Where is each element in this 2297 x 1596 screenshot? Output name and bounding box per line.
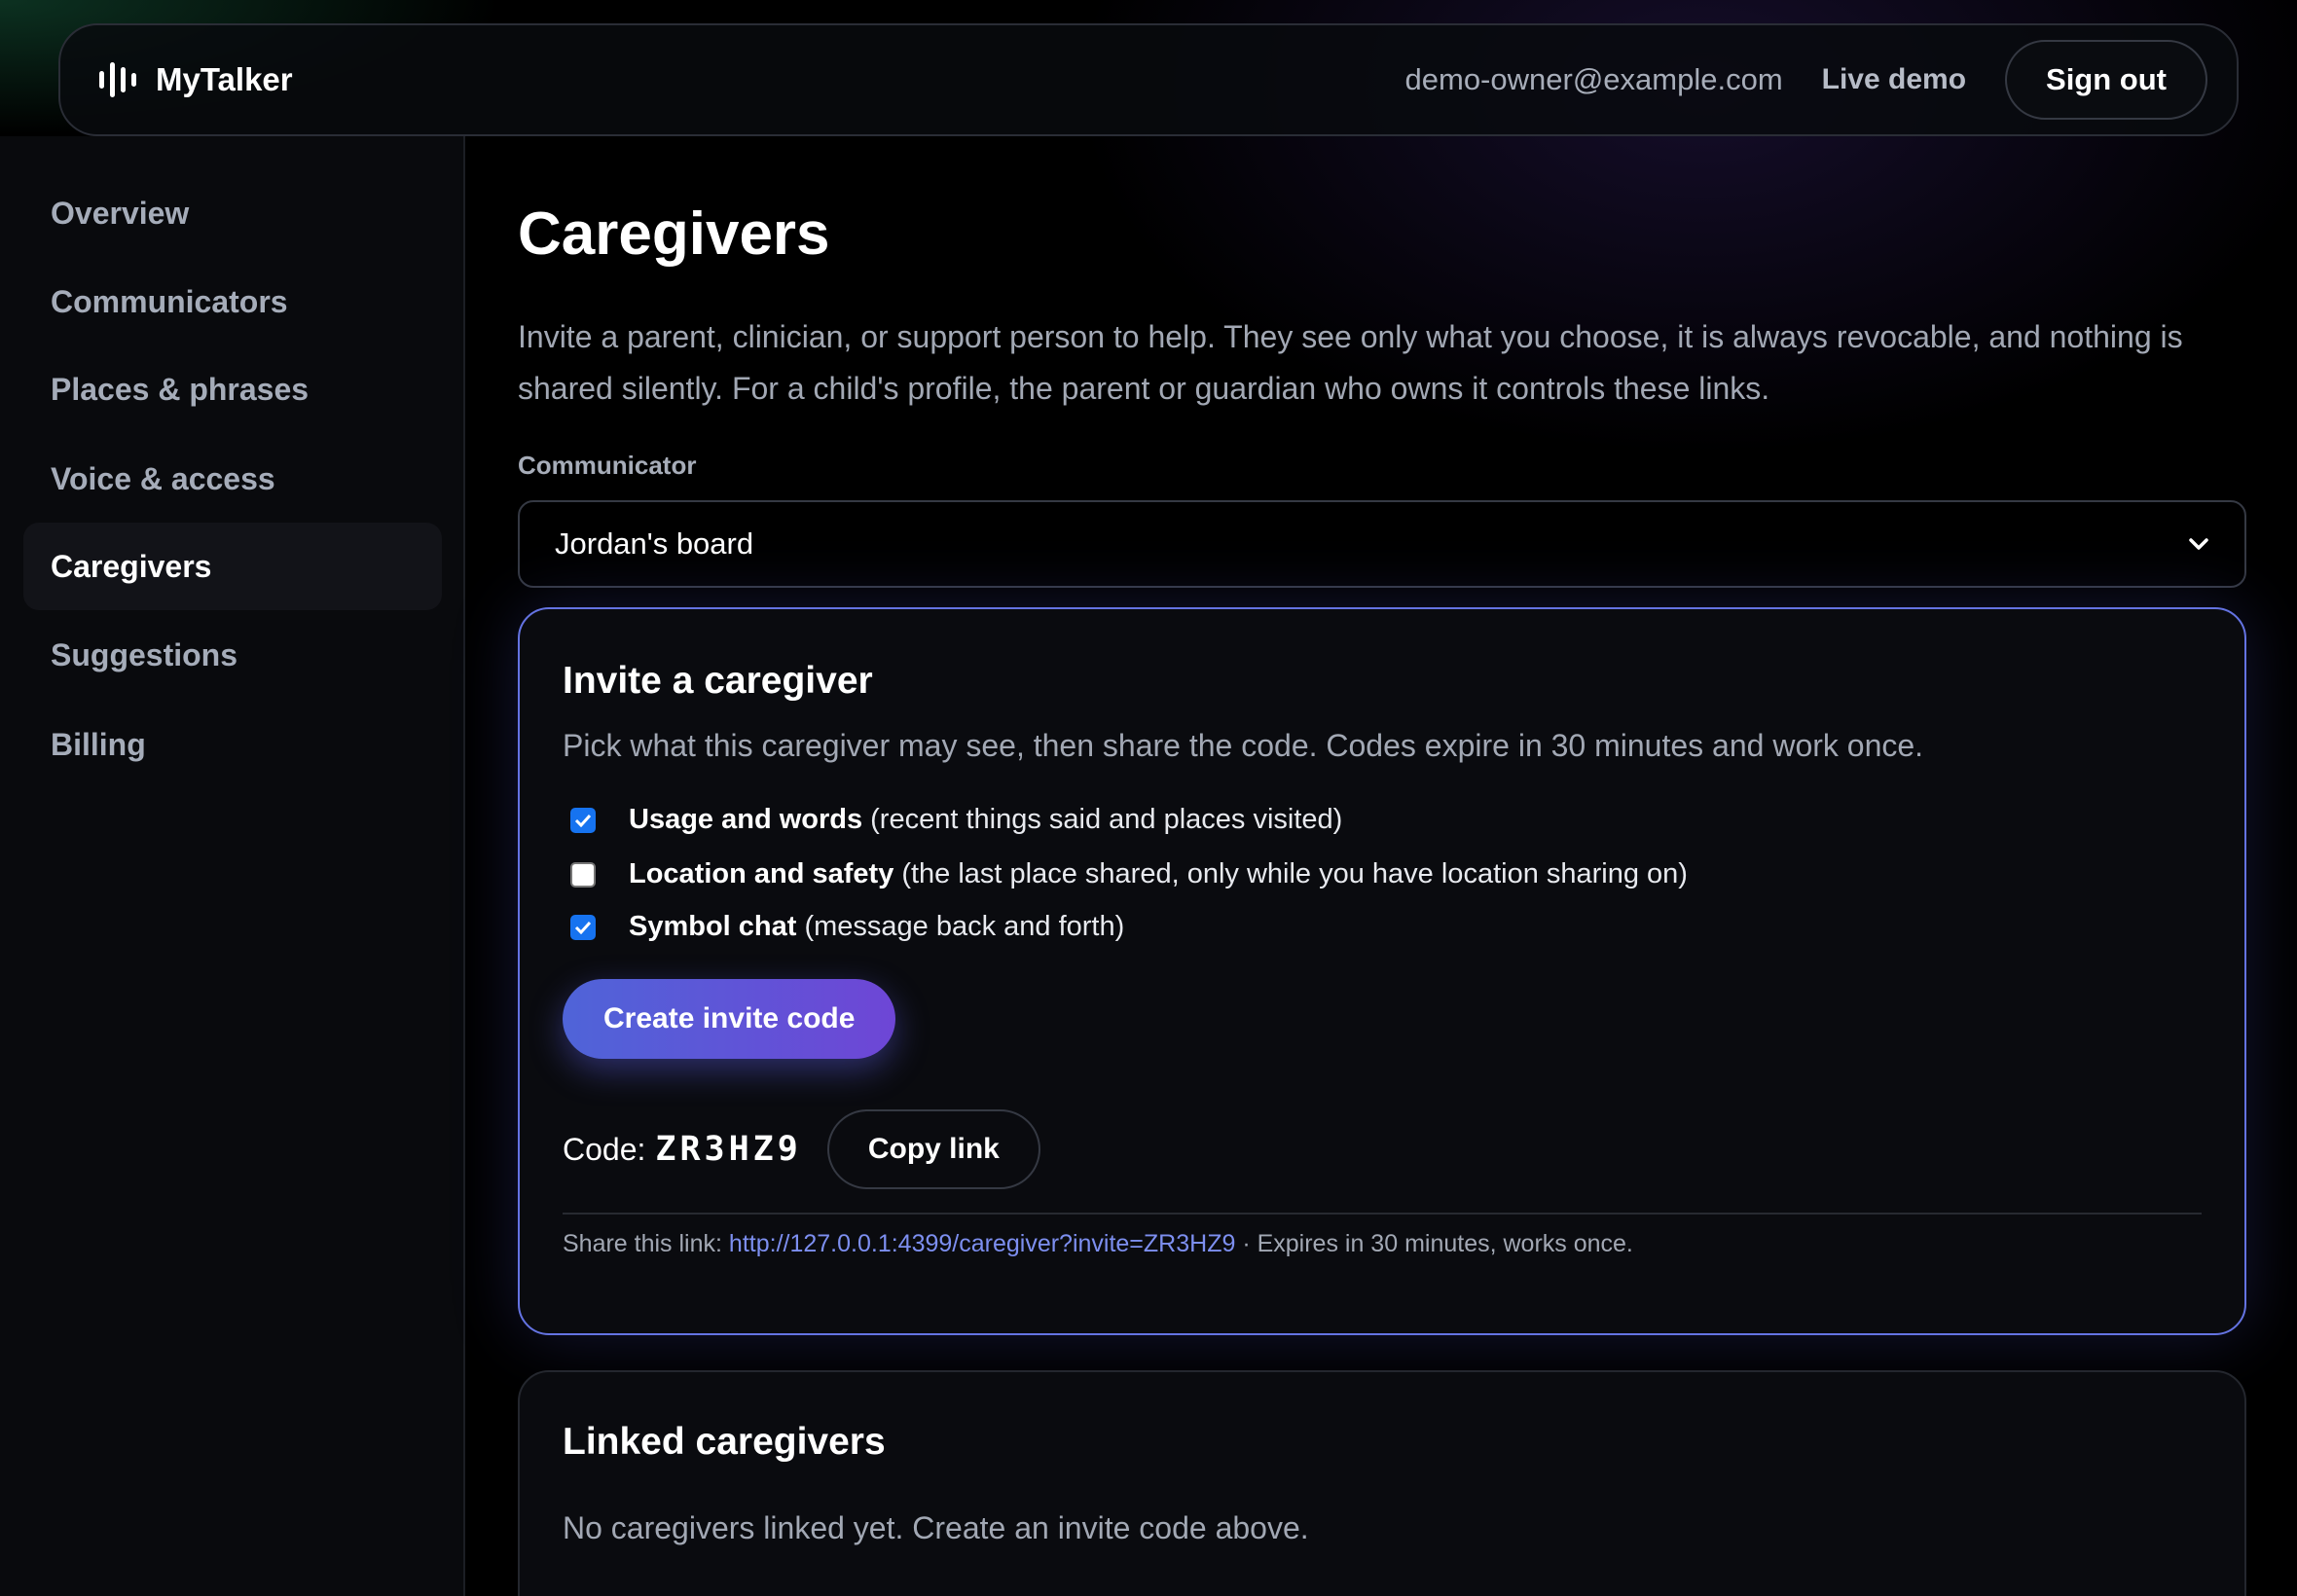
- brand-name: MyTalker: [156, 61, 293, 97]
- share-link[interactable]: http://127.0.0.1:4399/caregiver?invite=Z…: [729, 1230, 1235, 1257]
- chevron-down-icon: [2189, 538, 2208, 550]
- permission-detail: (message back and forth): [804, 911, 1125, 942]
- invite-card-description: Pick what this caregiver may see, then s…: [563, 728, 1924, 763]
- share-link-prefix: Share this link:: [563, 1230, 722, 1257]
- linked-caregivers-empty-text: No caregivers linked yet. Create an invi…: [563, 1510, 1309, 1545]
- sidebar-item-overview[interactable]: Overview: [23, 169, 442, 257]
- permission-symbol-chat-checkbox[interactable]: [570, 914, 596, 940]
- top-header: MyTalker demo-owner@example.com Live dem…: [58, 23, 2239, 136]
- sidebar-item-communicators[interactable]: Communicators: [23, 258, 442, 345]
- user-email: demo-owner@example.com: [1404, 62, 1783, 96]
- invite-caregiver-card: Invite a caregiver Pick what this caregi…: [518, 607, 2246, 1335]
- permission-detail: (recent things said and places visited): [870, 804, 1343, 835]
- linked-caregivers-title: Linked caregivers: [563, 1421, 886, 1463]
- invite-code-value: ZR3HZ9: [655, 1130, 802, 1169]
- sidebar-item-places-phrases[interactable]: Places & phrases: [23, 345, 442, 433]
- share-link-suffix: · Expires in 30 minutes, works once.: [1242, 1230, 1633, 1257]
- create-invite-code-button[interactable]: Create invite code: [563, 979, 896, 1059]
- header-right: demo-owner@example.com Live demo Sign ou…: [1405, 40, 2207, 120]
- share-link-line: Share this link: http://127.0.0.1:4399/c…: [563, 1230, 1633, 1258]
- sound-wave-icon: [99, 60, 136, 99]
- linked-caregivers-card: Linked caregivers No caregivers linked y…: [518, 1370, 2246, 1596]
- page-description: Invite a parent, clinician, or support p…: [518, 319, 2183, 406]
- permission-symbol-chat[interactable]: Symbol chat (message back and forth): [570, 911, 1124, 943]
- communicator-select[interactable]: Jordan's board: [518, 500, 2246, 588]
- brand[interactable]: MyTalker: [99, 60, 293, 99]
- sidebar: Overview Communicators Places & phrases …: [0, 136, 465, 1596]
- sidebar-item-billing[interactable]: Billing: [23, 701, 442, 788]
- sidebar-item-suggestions[interactable]: Suggestions: [23, 611, 442, 699]
- sidebar-item-voice-access[interactable]: Voice & access: [23, 435, 442, 523]
- invite-card-title: Invite a caregiver: [563, 660, 873, 702]
- sidebar-item-caregivers[interactable]: Caregivers: [23, 523, 442, 610]
- permission-location-safety[interactable]: Location and safety (the last place shar…: [570, 858, 1688, 890]
- copy-link-button[interactable]: Copy link: [826, 1109, 1040, 1189]
- page-title: Caregivers: [518, 200, 830, 268]
- code-label: Code:: [563, 1131, 646, 1167]
- checkmark-icon: [574, 921, 592, 934]
- permission-label: Symbol chat: [629, 911, 797, 942]
- permission-location-safety-checkbox[interactable]: [570, 861, 596, 888]
- communicator-label: Communicator: [518, 451, 697, 480]
- live-demo-label: Live demo: [1821, 63, 1967, 95]
- permission-label: Usage and words: [629, 804, 863, 835]
- checkmark-icon: [574, 814, 592, 827]
- permission-label: Location and safety: [629, 858, 894, 889]
- sign-out-button[interactable]: Sign out: [2005, 40, 2207, 120]
- permission-usage-words-checkbox[interactable]: [570, 807, 596, 833]
- divider: [563, 1213, 2202, 1215]
- communicator-selected-value: Jordan's board: [555, 526, 754, 561]
- permission-usage-words[interactable]: Usage and words (recent things said and …: [570, 804, 1342, 836]
- permission-detail: (the last place shared, only while you h…: [901, 858, 1688, 889]
- invite-code-row: Code: ZR3HZ9 Copy link: [563, 1109, 1040, 1189]
